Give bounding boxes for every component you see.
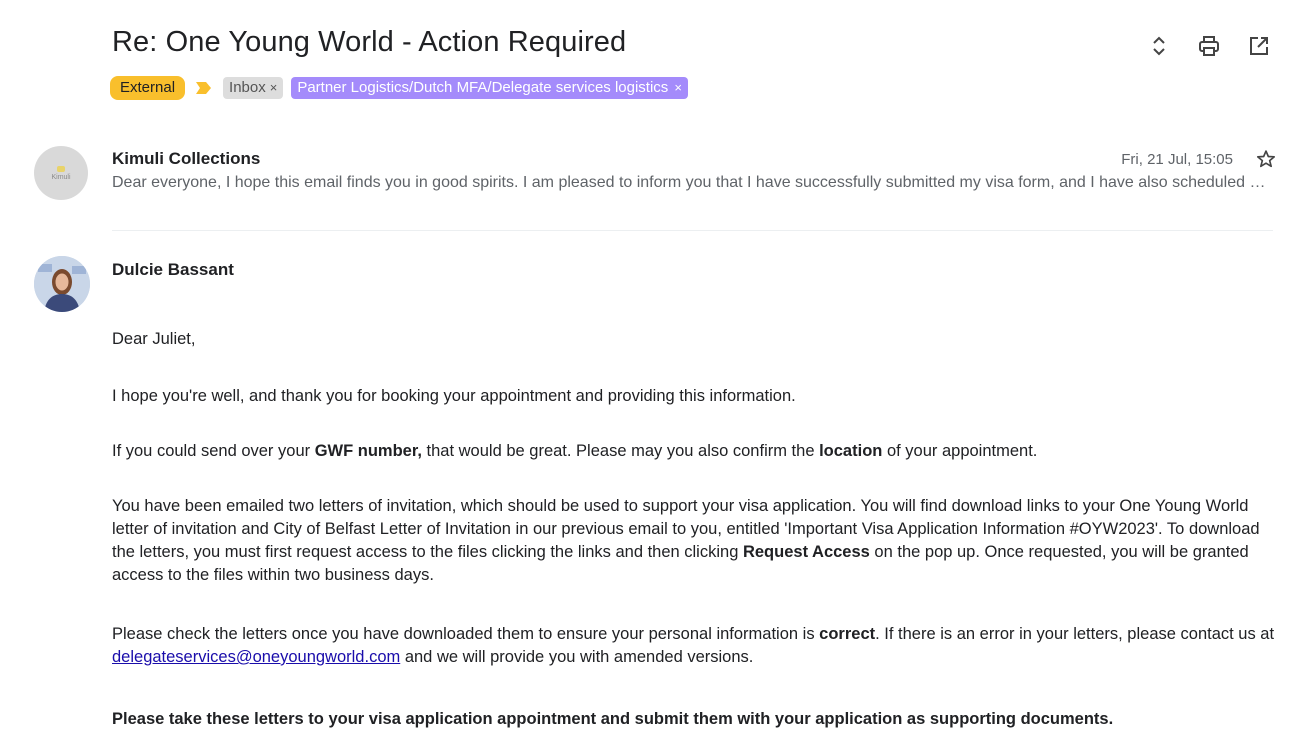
remove-inbox-label-icon[interactable]: × [270,78,278,98]
greeting: Dear Juliet, [112,330,196,348]
avatar-text: Kimuli [51,173,71,181]
label-partner-text: Partner Logistics/Dutch MFA/Delegate ser… [297,79,669,96]
remove-partner-label-icon[interactable]: × [674,78,682,98]
avatar-dulcie [34,256,90,312]
body-paragraph: If you could send over your GWF number, … [112,442,1038,460]
body-paragraph: I hope you're well, and thank you for bo… [112,387,796,405]
avatar-kimuli: Kimuli [34,146,88,200]
label-inbox[interactable]: Inbox × [223,77,284,99]
sender-name[interactable]: Dulcie Bassant [112,260,234,280]
body-paragraph-bold: Please take these letters to your visa a… [112,710,1114,728]
label-inbox-text: Inbox [229,79,266,96]
expand-collapse-icon[interactable] [1147,34,1171,58]
label-external[interactable]: External [110,76,186,100]
thread-toolbar [1147,34,1271,58]
body-paragraph: You have been emailed two letters of inv… [112,497,1260,584]
label-partner-logistics[interactable]: Partner Logistics/Dutch MFA/Delegate ser… [291,77,688,99]
label-bar: External Inbox × Partner Logistics/Dutch… [110,76,688,100]
message-snippet[interactable]: Dear everyone, I hope this email finds y… [112,174,1277,192]
print-icon[interactable] [1197,34,1221,58]
message-date: Fri, 21 Jul, 15:05 [1121,151,1233,168]
sender-name[interactable]: Kimuli Collections [112,149,260,169]
email-subject: Re: One Young World - Action Required [112,26,627,58]
importance-marker-icon[interactable] [193,78,215,98]
open-in-new-window-icon[interactable] [1247,34,1271,58]
star-icon[interactable] [1255,148,1277,170]
body-paragraph: Please check the letters once you have d… [112,625,1275,666]
email-link[interactable]: delegateservices@oneyoungworld.com [112,648,400,666]
message-divider [112,230,1273,231]
